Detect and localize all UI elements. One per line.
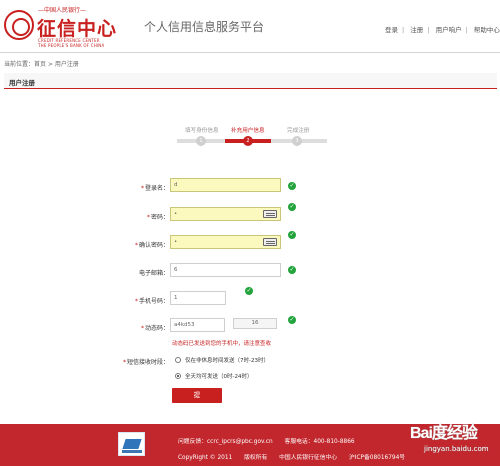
- check-icon: ✓: [288, 316, 296, 324]
- section-title: 用户注册: [9, 79, 35, 87]
- header-divider: [0, 52, 500, 53]
- resend-code-button[interactable]: 16: [233, 318, 277, 329]
- login-name-input[interactable]: d: [170, 178, 281, 192]
- icp-text[interactable]: 沪ICP备08016794号: [349, 455, 405, 461]
- check-icon: ✓: [288, 182, 296, 190]
- service-phone: 客服电话：400-810-8866: [284, 439, 355, 445]
- step-3-dot: 3: [292, 136, 302, 146]
- logo-top-text: —中国人民银行—: [38, 7, 87, 14]
- credit-center-logo[interactable]: —中国人民银行— 征信中心 CREDIT REFERENCE CENTER TH…: [4, 4, 116, 48]
- check-icon: ✓: [288, 203, 296, 211]
- login-name-label: *登录名：: [140, 185, 169, 192]
- step-2-label: 补充用户信息: [231, 128, 265, 134]
- security-badge-icon[interactable]: [118, 432, 145, 456]
- dynamic-code-input[interactable]: a4kd53: [170, 318, 225, 332]
- check-icon: ✓: [245, 287, 253, 295]
- phone-label: *手机号码：: [134, 298, 169, 305]
- site-header: —中国人民银行— 征信中心 CREDIT REFERENCE CENTER TH…: [0, 0, 500, 52]
- footer-contact-line: 问题反馈：ccrc_ipcrs@pbc.gov.cn 客服电话：400-810-…: [178, 436, 365, 445]
- confirm-password-input[interactable]: •: [170, 235, 281, 249]
- logo-main-text: 征信中心: [37, 18, 118, 40]
- step-1-dot: 1: [196, 136, 206, 146]
- email-input[interactable]: 6: [170, 263, 281, 277]
- step-3-label: 完成注册: [287, 128, 310, 134]
- register-link[interactable]: 注册: [410, 24, 423, 34]
- radio-icon[interactable]: [175, 357, 181, 363]
- radio-icon[interactable]: [175, 373, 181, 379]
- password-input[interactable]: •: [170, 207, 281, 221]
- login-link[interactable]: 登录: [385, 24, 398, 34]
- email-label: 电子邮箱：: [138, 270, 169, 277]
- top-links: 登录 | 注册 | 用户响户 | 帮助中心: [385, 24, 500, 34]
- keyboard-icon[interactable]: [263, 210, 277, 218]
- sms-daytime-option[interactable]: 仅在非休息时间发送（7时-23时）: [175, 356, 269, 364]
- registration-page: —中国人民银行— 征信中心 CREDIT REFERENCE CENTER TH…: [0, 0, 500, 466]
- watermark-domain: jingyan.baidu.com: [424, 445, 489, 453]
- submit-button[interactable]: 提: [172, 388, 222, 403]
- footer-copyright-line: CopyRight © 2011 版权所有 中国人民银行征信中心 沪ICP备08…: [178, 452, 415, 461]
- registration-steps: 填写身份信息 补充用户信息 完成注册 1 2 3: [167, 126, 327, 146]
- sms-period-label: *短信接收时段：: [122, 359, 169, 366]
- emblem-icon: [4, 10, 34, 40]
- step-2-dot: 2: [243, 136, 253, 146]
- logo-subtitle-2: THE PEOPLE'S BANK OF CHINA: [38, 43, 105, 48]
- keyboard-icon[interactable]: [263, 238, 277, 246]
- step-1-label: 填写身份信息: [185, 128, 219, 134]
- check-icon: ✓: [288, 231, 296, 239]
- check-icon: ✓: [288, 266, 296, 274]
- help-center-link[interactable]: 帮助中心: [474, 24, 500, 34]
- copyright-text: CopyRight © 2011: [178, 455, 233, 461]
- baidu-jingyan-watermark: Bai度经验: [410, 425, 478, 442]
- feedback-email[interactable]: 问题反馈：ccrc_ipcrs@pbc.gov.cn: [178, 439, 273, 445]
- owner-text: 中国人民银行征信中心: [279, 455, 338, 461]
- platform-title: 个人信用信息服务平台: [144, 20, 265, 34]
- registration-section-header: 用户注册: [4, 73, 497, 89]
- phone-input[interactable]: 1: [170, 291, 226, 305]
- confirm-password-label: *确认密码：: [134, 242, 169, 249]
- dynamic-code-label: *动态码：: [140, 325, 169, 332]
- sms-all-day-option[interactable]: 全天均可发送（0时-24时）: [175, 372, 252, 380]
- breadcrumb: 当前位置：首页 > 用户注册: [4, 61, 79, 68]
- rights-text: 版权所有: [244, 455, 268, 461]
- user-account-link[interactable]: 用户响户: [436, 24, 462, 34]
- code-sent-notice: 动态码已发送到您的手机中，请注意查收: [172, 341, 272, 347]
- password-label: *密码：: [146, 214, 169, 221]
